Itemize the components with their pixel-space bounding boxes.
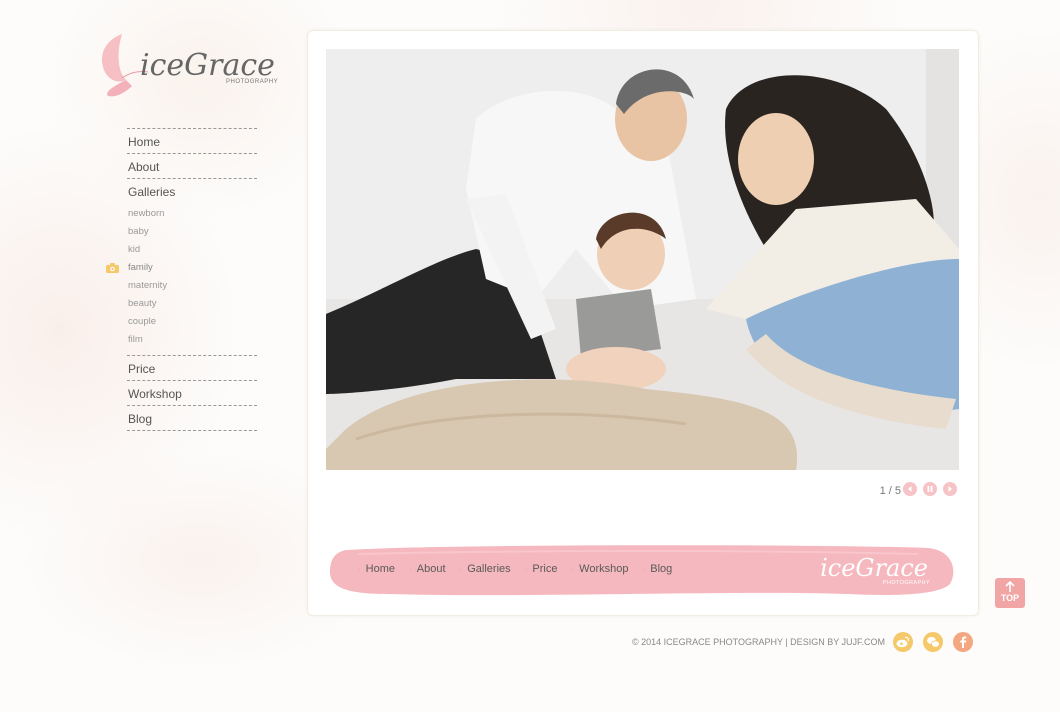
galleries-submenu: newborn baby kid family maternity beauty… — [106, 203, 257, 355]
footer-nav: · Home · About · Galleries · Price · Workshop… — [358, 563, 673, 575]
sidebar-subitem-baby[interactable]: baby — [128, 223, 257, 241]
slide-counter: 1 / 5 — [879, 485, 901, 497]
footer-logo: iceGrace — [820, 554, 928, 582]
family-photo-image — [326, 49, 959, 470]
sidebar-subitem-maternity[interactable]: maternity — [128, 277, 257, 295]
logo-tagline: PHOTOGRAPHY — [226, 79, 279, 85]
footer-link-price[interactable]: Price — [532, 563, 557, 575]
next-icon[interactable] — [943, 482, 957, 496]
wechat-icon[interactable] — [923, 632, 943, 652]
sidebar-item-about[interactable]: About — [127, 153, 257, 178]
weibo-icon[interactable] — [893, 632, 913, 652]
sidebar-subitem-kid[interactable]: kid — [128, 241, 257, 259]
sidebar-subitem-newborn[interactable]: newborn — [128, 205, 257, 223]
footer-link-home[interactable]: Home — [366, 563, 395, 575]
prev-icon[interactable] — [903, 482, 917, 496]
sidebar-item-price[interactable]: Price — [127, 355, 257, 380]
footer-link-galleries[interactable]: Galleries — [467, 563, 510, 575]
camera-icon — [106, 263, 119, 273]
back-to-top-button[interactable]: TOP — [995, 578, 1025, 608]
facebook-icon[interactable] — [953, 632, 973, 652]
sidebar-subitem-family-label: family — [128, 262, 153, 273]
back-to-top-label: TOP — [1000, 593, 1020, 603]
site-logo[interactable]: iceGrace PHOTOGRAPHY — [92, 30, 282, 98]
sidebar-subitem-beauty[interactable]: beauty — [128, 295, 257, 313]
pause-icon[interactable] — [923, 482, 937, 496]
footer-link-about[interactable]: About — [417, 563, 446, 575]
sidebar-subitem-family[interactable]: family — [106, 259, 257, 277]
sidebar-nav: Home About Galleries newborn baby kid fa… — [106, 128, 257, 431]
sidebar-item-workshop[interactable]: Workshop — [127, 380, 257, 405]
sidebar-item-blog[interactable]: Blog — [127, 405, 257, 431]
slideshow-photo[interactable] — [326, 49, 959, 470]
copyright-text: © 2014 ICEGRACE PHOTOGRAPHY | DESIGN BY … — [632, 637, 886, 647]
footer-logo-tagline: PHOTOGRAPHY — [882, 580, 930, 586]
sidebar-item-galleries[interactable]: Galleries — [127, 178, 257, 203]
logo-wordmark: iceGrace — [140, 48, 275, 83]
sidebar-subitem-couple[interactable]: couple — [128, 313, 257, 331]
footer-nav-band: · Home · About · Galleries · Price · Workshop… — [328, 544, 956, 598]
content-panel: 1 / 5 · Home · About · Galleries · Price · Wo… — [307, 30, 979, 616]
sidebar-item-home[interactable]: Home — [127, 128, 257, 153]
footer-link-workshop[interactable]: Workshop — [579, 563, 628, 575]
footer-link-blog[interactable]: Blog — [650, 563, 672, 575]
sidebar-subitem-film[interactable]: film — [128, 331, 257, 349]
